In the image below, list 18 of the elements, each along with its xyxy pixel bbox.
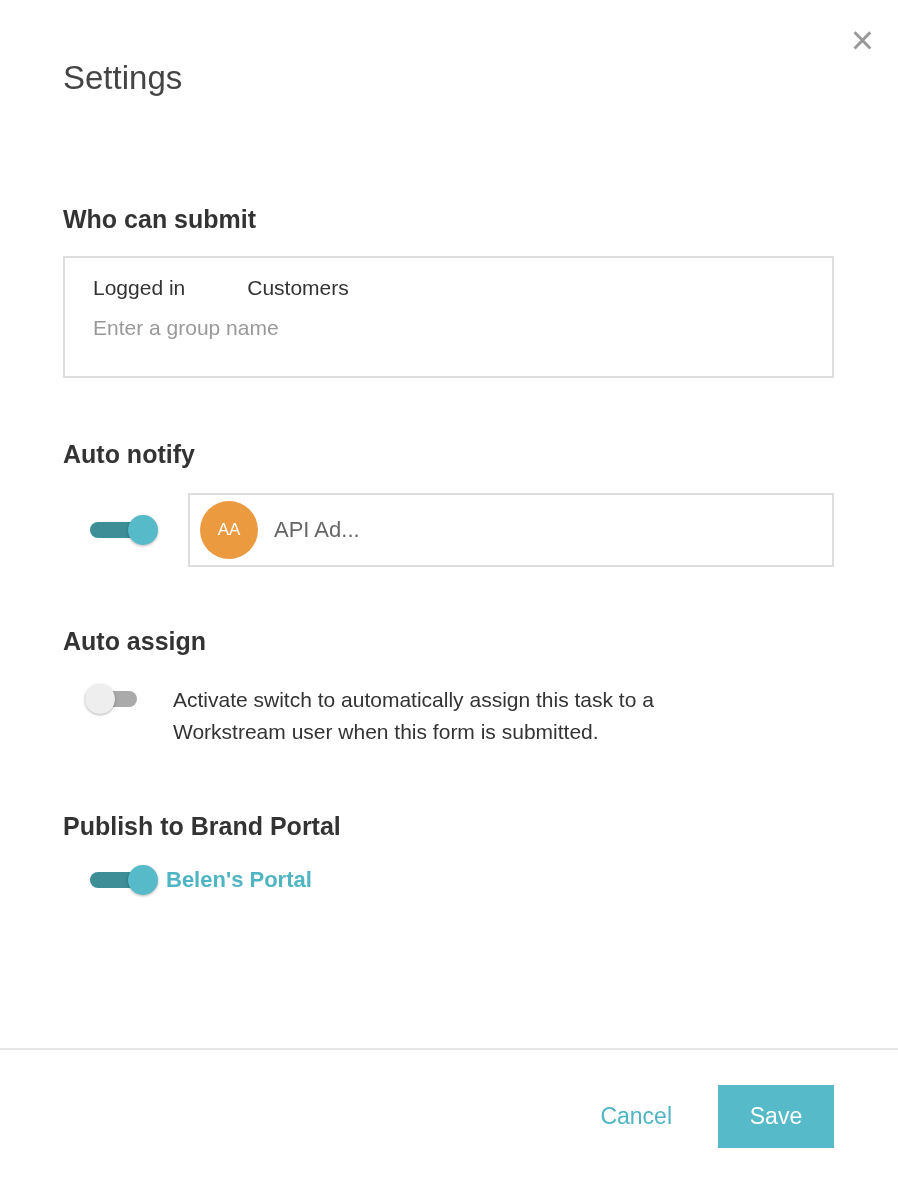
toggle-switch[interactable] (90, 865, 158, 895)
user-field[interactable]: AA API Ad... (188, 493, 834, 567)
user-name: API Ad... (274, 517, 360, 543)
section-heading: Auto notify (62, 440, 196, 469)
cancel-button[interactable]: Cancel (600, 1102, 672, 1130)
toggle-switch[interactable] (90, 515, 158, 545)
section-heading: Auto assign (62, 627, 208, 656)
group-tag: Logged in (93, 276, 186, 300)
description-text: Activate switch to automatically assign this task to a Workstream user when this form is submitted. (173, 687, 655, 745)
group-field[interactable]: Logged in Customers Enter a group name (63, 256, 834, 378)
group-tag: Customers (247, 276, 349, 300)
portal-link[interactable]: Belen's Portal (166, 867, 312, 893)
dialog-title: Settings (63, 59, 183, 97)
save-button[interactable]: Save (718, 1084, 834, 1148)
close-button[interactable]: × (850, 22, 874, 58)
section-heading: Publish to Brand Portal (62, 812, 342, 841)
avatar: AA (200, 501, 258, 559)
section-heading: Who can submit (62, 205, 258, 234)
